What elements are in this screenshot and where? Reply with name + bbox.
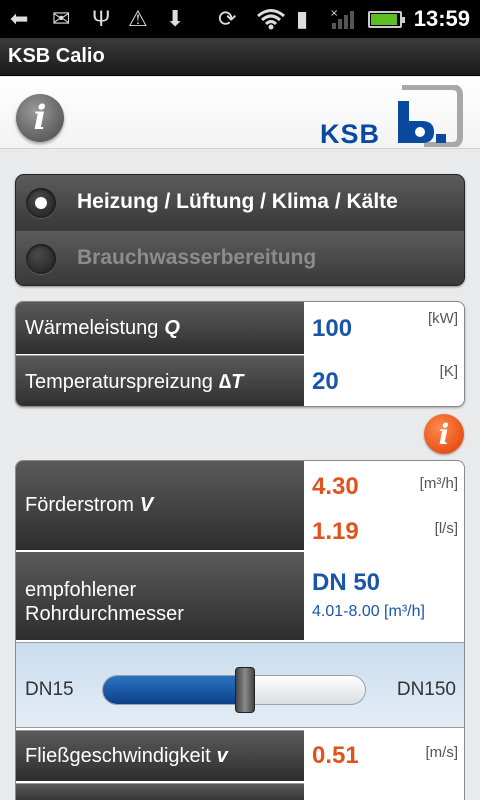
diameter-range: 4.01-8.00 [m³/h]: [312, 603, 425, 620]
radio-unselected[interactable]: [26, 244, 56, 274]
title-bar: KSB Calio: [0, 38, 480, 76]
spread-label-text: Temperaturspreizung: [25, 370, 213, 393]
diameter-label-line2: Rohrdurchmesser: [25, 603, 184, 625]
diameter-value: DN 50: [312, 569, 381, 596]
flow-unit-ls: [l/s]: [434, 520, 458, 537]
slider-max-label: DN150: [396, 679, 456, 700]
diameter-slider-thumb[interactable]: [234, 667, 255, 713]
sd-card-icon: ▮: [296, 6, 309, 31]
mail-icon: ✉: [52, 6, 71, 31]
power-symbol: Q: [164, 316, 180, 339]
velocity-unit: [m/s]: [425, 744, 459, 761]
download-icon: ⬇: [166, 6, 185, 31]
ksb-logo-mark: [398, 85, 463, 147]
ksb-logo-text: KSB: [320, 119, 381, 149]
mode-option-domestic-water[interactable]: Brauchwasserbereitung: [16, 231, 464, 285]
header: i KSB: [0, 77, 480, 149]
radio-selected[interactable]: [26, 188, 56, 218]
warning-icon: ⚠: [128, 6, 148, 31]
battery-icon: [368, 11, 405, 28]
ksb-logo: KSB: [320, 83, 465, 151]
wifi-icon: [256, 6, 286, 32]
usb-icon: Ψ: [92, 6, 111, 31]
slider-min-label: DN15: [25, 679, 74, 700]
svg-text:×: ×: [330, 8, 338, 19]
mode-option-label: Heizung / Lüftung / Klima / Kälte: [77, 190, 398, 213]
flow-value-ls: 1.19: [312, 518, 359, 545]
back-icon: ⬅: [10, 6, 29, 31]
velocity-label: Fließgeschwindigkeit v: [16, 730, 304, 781]
input-row-power: Wärmeleistung Q 100 [kW]: [16, 302, 464, 354]
clock: 13:59: [413, 6, 470, 31]
power-input[interactable]: 100: [312, 315, 352, 343]
input-panel: Wärmeleistung Q 100 [kW] Temperatursprei…: [15, 301, 465, 407]
spread-unit: [K]: [439, 363, 458, 380]
app-title: KSB Calio: [8, 45, 105, 67]
flow-value-m3h: 4.30: [312, 473, 359, 500]
flow-label-text: Förderstrom: [25, 494, 134, 516]
flow-symbol: V: [139, 494, 154, 516]
flow-unit-m3h: [m³/h]: [419, 475, 458, 492]
info-icon: i: [438, 417, 450, 451]
flow-label: Förderstrom V: [16, 461, 304, 550]
diameter-slider-fill: [103, 676, 246, 704]
results-info-button[interactable]: i: [424, 414, 464, 454]
power-label: Wärmeleistung Q: [16, 302, 304, 354]
power-label-text: Wärmeleistung: [25, 316, 159, 339]
results-panel: Förderstrom V 4.30 [m³/h] 1.19 [l/s] emp…: [15, 460, 465, 800]
diameter-label: empfohlener Rohrdurchmesser: [16, 552, 304, 640]
mode-option-heating[interactable]: Heizung / Lüftung / Klima / Kälte: [16, 175, 464, 230]
diameter-slider-band: DN15 DN150: [16, 642, 464, 728]
spread-label: Temperaturspreizung ∆T: [16, 355, 304, 406]
input-row-spread: Temperaturspreizung ∆T 20 [K]: [16, 355, 464, 406]
status-bar: ⬅ ✉ Ψ ⚠ ⬇ ⟳ ▮ × 13:59: [0, 0, 480, 38]
spread-symbol: ∆T: [218, 370, 244, 393]
velocity-label-text: Fließgeschwindigkeit: [25, 744, 211, 767]
rotate-icon: ⟳: [218, 6, 237, 31]
diameter-label-line1: empfohlener: [25, 579, 137, 601]
info-button[interactable]: i: [16, 94, 64, 142]
info-icon: i: [33, 98, 47, 138]
power-unit: [kW]: [428, 310, 458, 327]
next-row-label: [16, 783, 304, 800]
spread-input[interactable]: 20: [312, 368, 339, 396]
mode-selector: Heizung / Lüftung / Klima / Kälte Brauch…: [15, 174, 465, 286]
velocity-symbol: v: [216, 744, 228, 767]
velocity-value: 0.51: [312, 742, 359, 769]
no-signal-icon: ×: [330, 6, 356, 32]
mode-option-label: Brauchwasserbereitung: [77, 246, 317, 269]
